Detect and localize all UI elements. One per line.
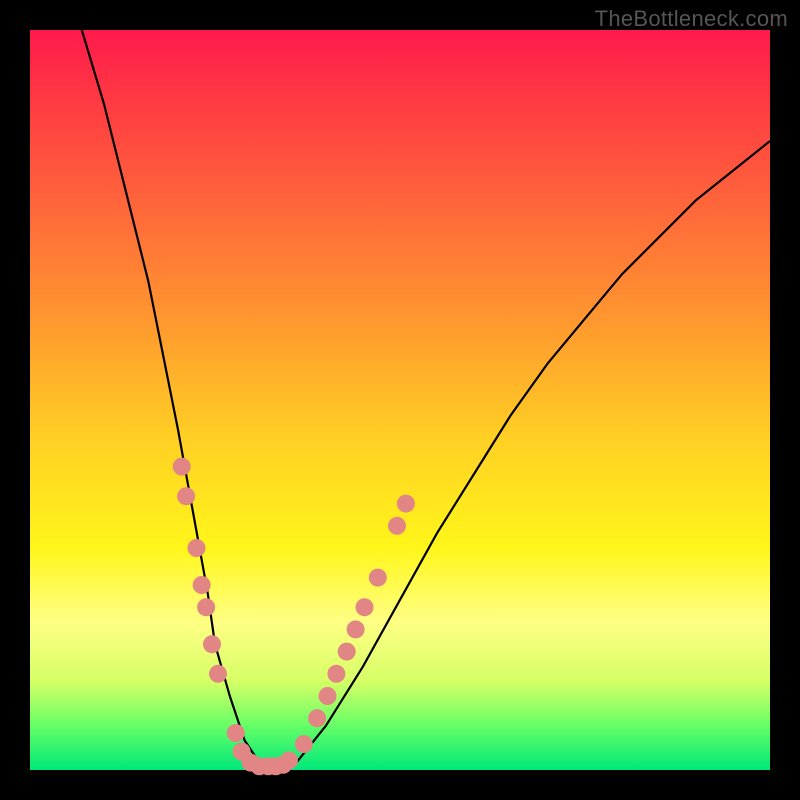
marker-dot xyxy=(388,517,406,535)
marker-dot xyxy=(193,576,211,594)
marker-dot xyxy=(347,620,365,638)
bottleneck-curve xyxy=(82,30,770,770)
marker-dot xyxy=(319,687,337,705)
marker-dot xyxy=(173,458,191,476)
marker-dot xyxy=(197,598,215,616)
marker-dot xyxy=(295,735,313,753)
attribution-label: TheBottleneck.com xyxy=(595,6,788,32)
sample-dots xyxy=(173,458,415,776)
marker-dot xyxy=(369,569,387,587)
chart-svg xyxy=(30,30,770,770)
marker-dot xyxy=(338,643,356,661)
marker-dot xyxy=(209,665,227,683)
chart-frame: TheBottleneck.com xyxy=(0,0,800,800)
marker-dot xyxy=(203,635,221,653)
marker-dot xyxy=(327,665,345,683)
marker-dot xyxy=(308,709,326,727)
marker-dot xyxy=(177,487,195,505)
marker-dot xyxy=(280,751,298,769)
plot-area xyxy=(30,30,770,770)
marker-dot xyxy=(356,598,374,616)
marker-dot xyxy=(188,539,206,557)
marker-dot xyxy=(227,724,245,742)
marker-dot xyxy=(397,495,415,513)
